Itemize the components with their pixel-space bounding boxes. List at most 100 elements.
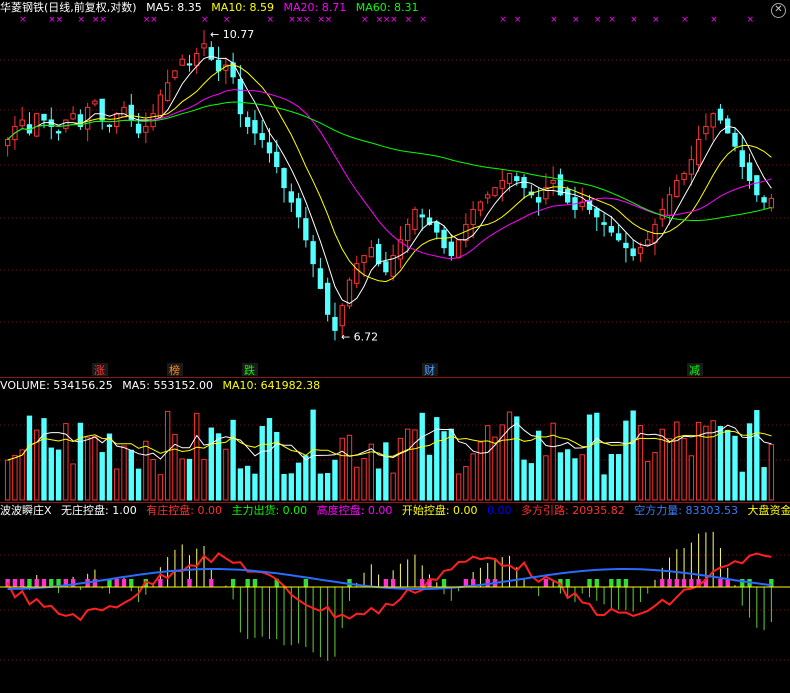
chart-canvas[interactable]: ← 10.77← 6.72× × × × × × × × × × × × × × × × × × × × × × × × × × ×… xyxy=(0,0,790,693)
candle-body xyxy=(63,119,69,129)
volume-bar xyxy=(295,462,302,501)
control-block xyxy=(383,579,389,587)
volume-bar xyxy=(448,428,455,501)
volume-bar xyxy=(441,431,447,501)
candle-body xyxy=(208,47,214,60)
candle-body xyxy=(295,198,302,218)
candle-body xyxy=(710,113,716,128)
control-block xyxy=(587,579,592,587)
candle-body xyxy=(674,179,680,197)
volume-bar xyxy=(637,425,644,501)
volume-bar xyxy=(557,452,564,501)
candle-body xyxy=(135,123,142,134)
volume-bar xyxy=(688,455,695,501)
candle-body xyxy=(99,98,105,121)
volume-bar xyxy=(506,411,513,501)
candle-body xyxy=(623,242,629,249)
candle-body xyxy=(419,214,425,218)
candle-body xyxy=(739,150,745,168)
signal-marker: × xyxy=(572,15,580,25)
candle-body xyxy=(259,133,265,141)
candle-body xyxy=(201,43,207,49)
volume-bar xyxy=(237,468,244,501)
volume-bar xyxy=(41,418,47,501)
signal-marker: × xyxy=(419,15,427,25)
volume-bar xyxy=(426,454,433,501)
volume-bar xyxy=(70,463,76,501)
volume-bar xyxy=(739,471,745,501)
candle-body xyxy=(608,226,615,233)
candle-body xyxy=(288,191,294,203)
volume-bar xyxy=(477,441,484,501)
candle-body xyxy=(114,113,120,127)
control-block xyxy=(303,579,309,587)
candle-body xyxy=(34,113,40,137)
volume-bar xyxy=(106,433,113,501)
candle-body xyxy=(375,244,382,265)
volume-bar xyxy=(732,435,738,501)
signal-marker: × xyxy=(747,15,755,25)
candle-body xyxy=(19,119,25,127)
signal-marker: × xyxy=(710,15,718,25)
control-block xyxy=(114,579,119,587)
volume-bar xyxy=(681,438,687,501)
candle-body xyxy=(252,120,258,134)
ma-line xyxy=(7,101,772,221)
volume-bar xyxy=(208,427,214,501)
control-block xyxy=(12,579,18,587)
volume-bar xyxy=(186,458,193,501)
volume-bar xyxy=(157,474,164,501)
event-marker: 财 xyxy=(424,363,435,377)
event-marker: 榜 xyxy=(169,363,180,377)
signal-marker: × xyxy=(361,15,369,25)
volume-bar xyxy=(12,454,18,501)
volume-bar xyxy=(521,459,527,501)
signal-marker: × xyxy=(77,15,85,25)
volume-bar xyxy=(361,458,367,501)
volume-bar xyxy=(317,473,324,501)
volume-bar xyxy=(114,468,120,501)
volume-bar xyxy=(572,458,578,501)
low-price-label: ← 6.72 xyxy=(341,330,378,343)
volume-bar xyxy=(463,466,469,501)
candle-body xyxy=(666,194,673,216)
volume-bar xyxy=(528,463,535,501)
volume-bar xyxy=(761,467,767,501)
candle-body xyxy=(441,229,447,249)
volume-bar xyxy=(383,442,389,501)
candle-body xyxy=(215,59,222,72)
volume-bar xyxy=(470,453,476,501)
control-block xyxy=(609,579,614,587)
candle-body xyxy=(492,187,498,196)
control-block xyxy=(674,579,679,587)
volume-bar xyxy=(339,437,345,501)
volume-bar xyxy=(725,429,731,501)
candle-body xyxy=(455,239,462,259)
signal-marker: × xyxy=(266,15,274,25)
candle-body xyxy=(92,100,98,105)
control-block xyxy=(187,579,192,587)
candle-body xyxy=(659,208,665,220)
signal-marker: × xyxy=(56,15,64,25)
control-block xyxy=(158,579,163,587)
volume-bar xyxy=(4,459,11,501)
volume-bar xyxy=(135,468,142,501)
volume-bar xyxy=(303,455,309,501)
control-block xyxy=(441,579,447,587)
control-block xyxy=(252,579,258,587)
control-block xyxy=(41,579,47,587)
candle-body xyxy=(274,151,280,168)
control-block xyxy=(623,579,629,587)
candle-body xyxy=(746,162,753,181)
control-block xyxy=(34,579,39,587)
volume-bar xyxy=(19,449,25,501)
signal-marker: × xyxy=(514,15,522,25)
candle-body xyxy=(768,197,775,209)
signal-marker: × xyxy=(201,15,209,25)
candle-body xyxy=(550,179,556,184)
candle-body xyxy=(448,241,455,257)
control-block xyxy=(70,579,76,587)
candle-body xyxy=(317,268,324,289)
volume-bar xyxy=(412,429,418,501)
volume-bar xyxy=(419,412,425,501)
